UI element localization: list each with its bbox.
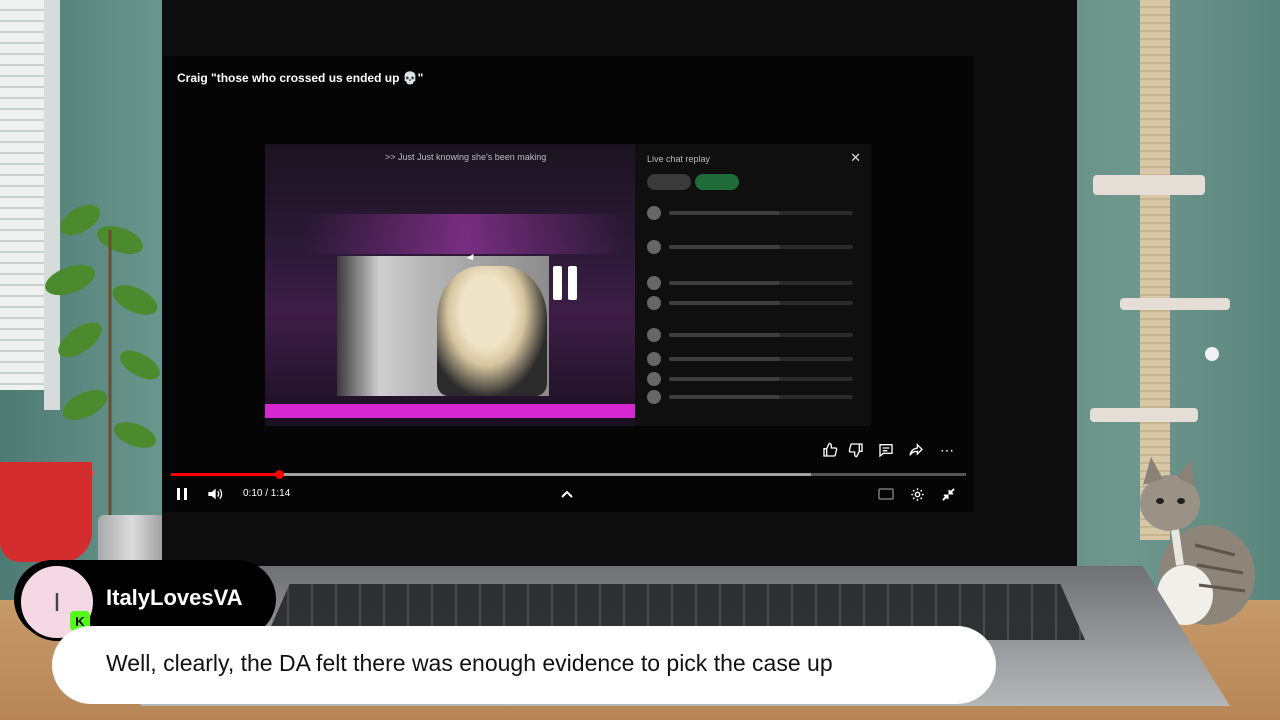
stream-caption: >> Just Just knowing she's been making (385, 152, 547, 162)
chat-avatar (647, 276, 661, 290)
comment-icon[interactable] (876, 440, 896, 460)
share-icon[interactable] (906, 440, 926, 460)
chat-avatar (647, 296, 661, 310)
chat-avatar (647, 352, 661, 366)
progress-bar[interactable] (171, 470, 966, 479)
thumbs-up-icon[interactable] (820, 440, 840, 460)
chat-message (647, 352, 853, 366)
volume-icon[interactable] (205, 484, 225, 504)
chat-message (647, 372, 853, 386)
captions-icon[interactable] (876, 484, 896, 504)
neon-banner (265, 404, 635, 418)
chat-pill[interactable] (647, 174, 691, 190)
chat-username: ItalyLovesVA (106, 585, 243, 610)
chat-message-text (669, 377, 853, 381)
chat-message (647, 390, 853, 404)
live-chat-panel: Live chat replay ✕ (635, 144, 871, 426)
chat-filter-pills (647, 174, 739, 190)
time-display: 0:10 / 1:14 (243, 488, 291, 499)
chat-avatar (647, 240, 661, 254)
webcam-person (437, 266, 547, 396)
watermelon-mug (0, 462, 92, 562)
video-player[interactable]: Craig "those who crossed us ended up 💀" … (163, 56, 973, 512)
exit-fullscreen-icon[interactable] (938, 484, 958, 504)
chat-message-text (669, 211, 853, 215)
neon-sign (305, 214, 625, 254)
chat-avatar (647, 328, 661, 342)
chat-avatar (647, 206, 661, 220)
pause-button[interactable] (173, 484, 191, 504)
chat-pill[interactable] (695, 174, 739, 190)
pause-overlay-icon[interactable] (551, 266, 581, 302)
chat-message-text (669, 301, 853, 305)
chat-message (647, 328, 853, 342)
chat-message (647, 276, 853, 290)
chevron-up-icon[interactable] (559, 484, 575, 504)
chat-message-text (669, 395, 853, 399)
cat-tree-shelf (1090, 408, 1198, 422)
chat-message-text (669, 333, 853, 337)
chat-message (647, 296, 853, 310)
thumbs-down-icon[interactable] (846, 440, 866, 460)
video-title: Craig "those who crossed us ended up 💀" (177, 71, 424, 85)
webcam-feed (337, 256, 549, 396)
chat-message (647, 240, 853, 254)
settings-gear-icon[interactable] (907, 484, 927, 504)
chat-message-text (669, 245, 853, 249)
chat-message-text (669, 357, 853, 361)
cat-tree-shelf (1120, 298, 1230, 310)
more-icon[interactable]: ⋯ (937, 440, 957, 460)
progress-played (171, 473, 280, 476)
chat-message-text (669, 281, 853, 285)
progress-scrubber[interactable] (275, 470, 285, 479)
chat-close-icon[interactable]: ✕ (850, 150, 861, 166)
cat-tree-shelf (1093, 175, 1205, 195)
chat-header[interactable]: Live chat replay (647, 154, 710, 164)
chat-avatar (647, 372, 661, 386)
chat-avatar (647, 390, 661, 404)
chat-message-overlay: Well, clearly, the DA felt there was eno… (106, 650, 833, 676)
chat-message (647, 206, 853, 220)
cat-toy-ball (1205, 347, 1219, 361)
